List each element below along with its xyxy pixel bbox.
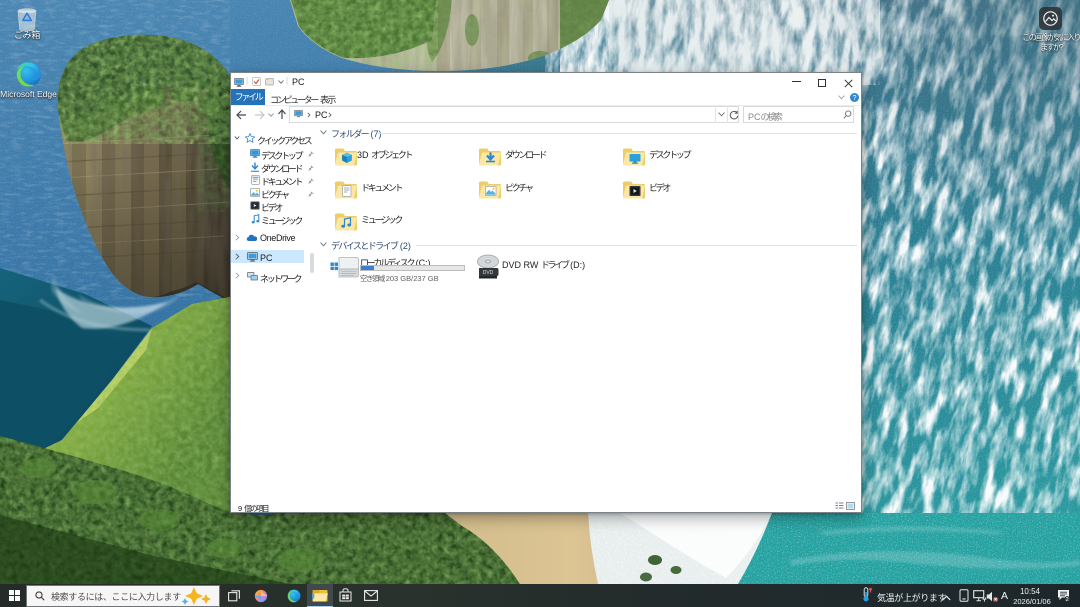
svg-text:2: 2	[1066, 597, 1069, 602]
svg-text:DVD: DVD	[483, 270, 494, 276]
